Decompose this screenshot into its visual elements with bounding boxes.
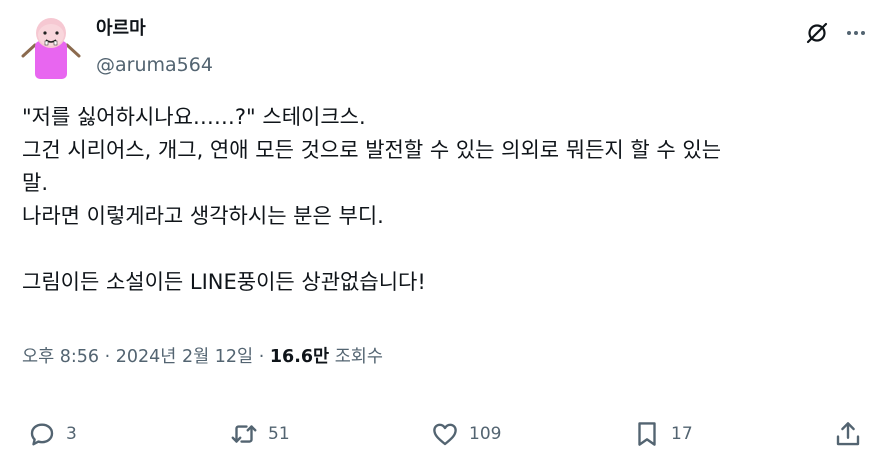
repost-icon [231,425,257,443]
tweet-line: 말. [22,171,48,195]
action-bar: 3 51 109 17 [0,414,884,454]
repost-button[interactable]: 51 [229,414,290,454]
views-count: 16.6만 [269,347,330,367]
share-button[interactable] [833,414,863,454]
bookmark-count: 17 [671,424,693,444]
avatar[interactable] [21,13,81,81]
views-label: 조회수 [329,347,383,367]
bookmark-icon [638,422,656,446]
bookmark-button[interactable]: 17 [632,414,693,454]
tweet-line [22,233,867,266]
meta-separator: · [99,347,116,367]
share-icon [836,422,860,446]
reply-count: 3 [66,424,77,444]
tweet-line: 나라면 이렇게라고 생각하시는 분은 부디. [22,204,384,228]
tweet-line: 그림이든 소설이든 LINE풍이든 상관없습니다! [22,270,426,294]
grok-icon[interactable] [805,21,829,45]
like-icon [433,423,457,446]
post-time[interactable]: 오후 8:56 [22,347,99,367]
meta-separator: · [253,347,270,367]
like-count: 109 [469,424,502,444]
like-button[interactable]: 109 [430,414,501,454]
tweet-line: 그건 시리어스, 개그, 연애 모든 것으로 발전할 수 있는 의외로 뭐든지 … [22,138,722,162]
tweet-line: "저를 싫어하시나요……?" 스테이크스. [22,105,366,129]
tweet-meta: 오후 8:56 · 2024년 2월 12일 · 16.6만 조회수 [22,345,383,369]
tweet-text: "저를 싫어하시나요……?" 스테이크스. 그건 시리어스, 개그, 연애 모든… [22,101,867,299]
reply-button[interactable]: 3 [27,414,77,454]
more-icon[interactable] [844,21,868,45]
post-date[interactable]: 2024년 2월 12일 [116,347,253,367]
reply-icon [30,423,54,446]
author-handle[interactable]: @aruma564 [96,53,213,77]
repost-count: 51 [268,424,290,444]
author-display-name[interactable]: 아르마 [96,17,146,41]
